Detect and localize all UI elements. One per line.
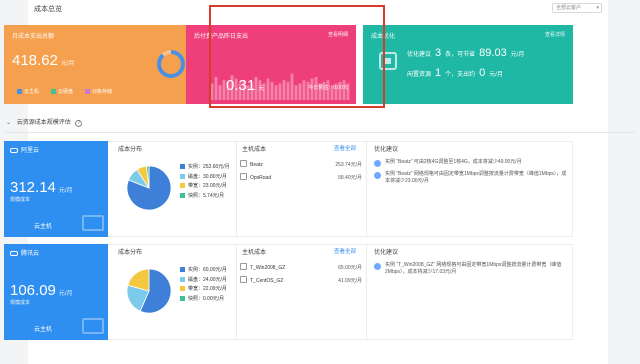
savings-unit: 元/月 [510,52,525,58]
provider-tencent: 腾讯云 106.09 元/月 规模成本 云主机 成本分布 实例：60.00元/月 … [4,244,573,340]
monitor-icon [82,318,104,334]
suggestions-label: 优化建议 [407,52,432,58]
server-icon [240,276,247,283]
server-icon [240,173,247,180]
suggestion-item: 实例 “Beatz” 可由2核4G调整至1核4G，成本将减少49.00元/月 [374,159,570,167]
monthly-cost-legend: 云主机 云硬盘 对象存储 [17,88,112,95]
suggestion-icon [374,160,381,167]
dist-item-snapshot: 快照：0.00元/月 [180,295,227,305]
optimize-row-suggestions: 优化建议 3 条，可节省 89.03 元/月 [407,47,524,59]
chevron-down-icon: ⌄ [6,120,12,126]
monthly-cost-value-row: 418.62 元/月 [12,52,75,69]
legend-item-storage: 对象存储 [85,88,112,95]
windows-icon [240,263,247,270]
idle-count: 1 [435,67,442,79]
cloud-logo-icon [10,251,18,256]
provider-name: 腾讯云 [10,248,39,257]
provider-value-row: 106.09 元/月 [10,282,73,299]
provider-name: 阿里云 [10,145,39,154]
scale-label: 规模成本 [10,300,31,306]
server-icon [240,160,247,167]
host-title: 主机成本 [242,147,267,153]
view-details-link[interactable]: 查看详情 [545,31,565,38]
monthly-cost-value: 418.62 [12,52,58,69]
suggest-title: 优化建议 [374,250,399,256]
section-title: 云资源成本规模评估 [16,120,71,126]
host-item[interactable]: T_CentOS_GZ 41.09元/月 [240,275,364,288]
suggestion-item: 实例 “T_Win2008_GZ” 网络规格可由固定带宽1Mbps调整按流量计费… [374,262,570,276]
suggestion-icon [374,172,381,179]
section-header[interactable]: ⌄ 云资源成本规模评估 ? [6,117,83,127]
column-divider [366,141,367,237]
idle-amount: 0 [479,67,486,79]
cloud-logo-icon [10,148,18,153]
view-all-link[interactable]: 查看全部 [334,144,356,152]
idle-label: 闲置资源 [407,72,432,78]
dist-item-bandwidth: 带宽：22.09元/月 [180,285,227,295]
customer-select-value: 全部云客户 [556,5,582,11]
chevron-down-icon: ▾ [596,5,599,11]
provider-value-row: 312.14 元/月 [10,179,73,196]
monthly-cost-card: 月成本支出总额 418.62 元/月 云主机 云硬盘 对象存储 [4,25,186,104]
suggestions-count-unit: 条，可节省 [445,52,476,58]
host-item[interactable]: OpsRoad 58.40元/月 [240,172,364,185]
host-title: 主机成本 [242,250,267,256]
server-label: 云主机 [34,224,53,230]
provider-summary: 阿里云 312.14 元/月 规模成本 云主机 [4,141,108,237]
column-divider [236,244,237,340]
provider-unit: 元/月 [58,188,73,194]
help-icon[interactable]: ? [75,120,83,127]
dist-item-bandwidth: 带宽：23.00元/月 [180,182,230,192]
server-label: 云主机 [34,327,53,333]
provider-unit: 元/月 [58,291,73,297]
suggest-list: 实例 “Beatz” 可由2核4G调整至1核4G，成本将减少49.00元/月 实… [374,159,570,190]
host-item[interactable]: Beatz 253.74元/月 [240,159,364,172]
cost-ring-chart [157,50,185,78]
column-divider [366,244,367,340]
monthly-cost-title: 月成本支出总额 [12,34,55,40]
dist-list: 实例：252.60元/月 磁盘：30.80元/月 带宽：23.00元/月 快照：… [180,163,230,201]
provider-value: 106.09 [10,282,56,299]
savings-amount: 89.03 [479,47,507,59]
provider-value: 312.14 [10,179,56,196]
page-title: 成本总览 [34,6,62,13]
dist-item-instance: 实例：60.00元/月 [180,266,227,276]
idle-count-unit: 个，支出约 [445,72,476,78]
column-divider [236,141,237,237]
monitor-icon [82,215,104,231]
legend-item-disk: 云硬盘 [51,88,73,95]
suggestion-item: 实例 “Beatz” 网络规格可由固定带宽1Mbps调整按流量计费带宽（峰值1M… [374,171,570,185]
highlight-box [209,5,385,108]
cost-pie-chart [126,165,172,211]
legend-item-vm: 云主机 [17,88,39,95]
scale-label: 规模成本 [10,197,31,203]
dist-item-disk: 磁盘：30.80元/月 [180,173,230,183]
dist-title: 成本分布 [118,147,143,153]
suggestions-count: 3 [435,47,442,59]
customer-select[interactable]: 全部云客户 ▾ [552,3,602,13]
host-item[interactable]: T_Win2008_GZ 65.00元/月 [240,262,364,275]
monthly-cost-unit: 元/月 [60,61,75,67]
suggestion-icon [374,263,381,270]
dist-list: 实例：60.00元/月 磁盘：24.00元/月 带宽：22.09元/月 快照：0… [180,266,227,304]
dist-item-disk: 磁盘：24.00元/月 [180,276,227,286]
view-all-link[interactable]: 查看全部 [334,247,356,255]
provider-summary: 腾讯云 106.09 元/月 规模成本 云主机 [4,244,108,340]
host-list: Beatz 253.74元/月 OpsRoad 58.40元/月 [240,159,364,185]
dist-item-instance: 实例：252.60元/月 [180,163,230,173]
cost-ring-arc [157,50,185,78]
dist-item-snapshot: 快照：5.74元/月 [180,192,230,202]
optimize-row-idle: 闲置资源 1 个，支出约 0 元/月 [407,67,503,79]
suggest-list: 实例 “T_Win2008_GZ” 网络规格可由固定带宽1Mbps调整按流量计费… [374,262,570,281]
suggest-title: 优化建议 [374,147,399,153]
section-divider [4,132,636,133]
cost-optimize-card: 成本优化 查看详情 优化建议 3 条，可节省 89.03 元/月 闲置资源 1 … [363,25,573,104]
provider-aliyun: 阿里云 312.14 元/月 规模成本 云主机 成本分布 实例：252.60元/月… [4,141,573,237]
dist-title: 成本分布 [118,250,143,256]
host-list: T_Win2008_GZ 65.00元/月 T_CentOS_GZ 41.09元/月 [240,262,364,288]
cost-pie-chart [126,268,172,314]
idle-unit: 元/月 [489,72,503,78]
